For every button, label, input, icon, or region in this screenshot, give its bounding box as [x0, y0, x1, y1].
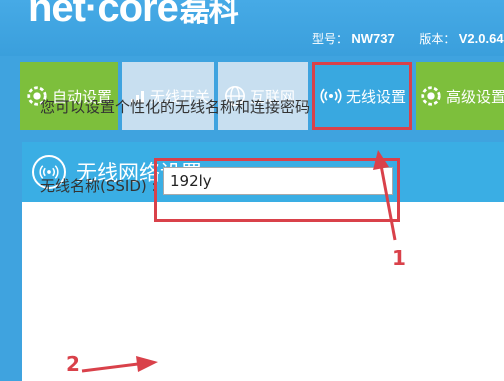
arrow-1	[373, 150, 397, 241]
annotation-marker-1: 1	[392, 246, 406, 270]
arrow-2	[81, 356, 158, 373]
annotation-arrows	[81, 150, 397, 373]
annotation-marker-2: 2	[66, 352, 80, 376]
